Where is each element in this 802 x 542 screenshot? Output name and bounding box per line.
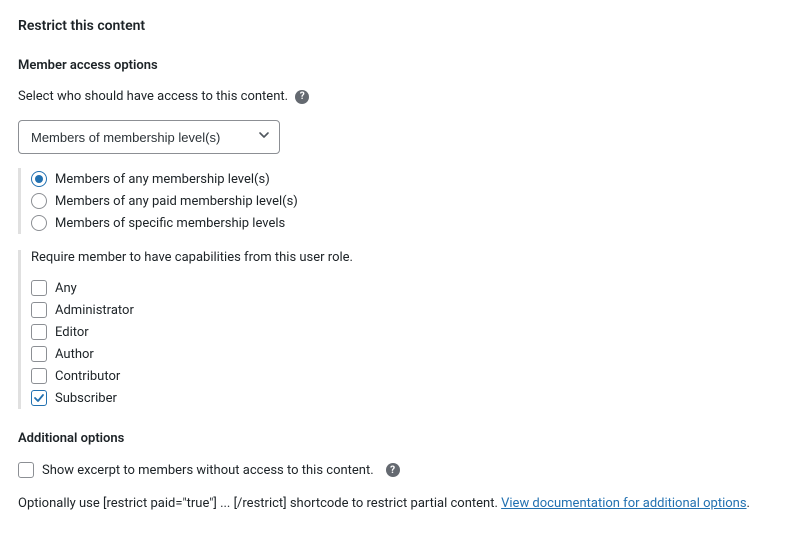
show-excerpt-label[interactable]: Show excerpt to members without access t…	[42, 463, 374, 478]
membership-radio-label[interactable]: Members of any membership level(s)	[55, 172, 270, 187]
excerpt-option-row: Show excerpt to members without access t…	[18, 462, 784, 478]
membership-radio-option: Members of any membership level(s)	[31, 168, 784, 190]
role-checkbox-option: Contributor	[31, 365, 784, 387]
help-icon[interactable]: ?	[295, 90, 309, 104]
role-checkbox[interactable]	[31, 280, 47, 296]
role-checkbox-option: Subscriber	[31, 387, 784, 409]
role-checkbox[interactable]	[31, 368, 47, 384]
role-checkbox-label[interactable]: Author	[55, 347, 94, 362]
role-checkbox-label[interactable]: Any	[55, 281, 77, 296]
member-access-desc-text: Select who should have access to this co…	[18, 89, 288, 104]
role-checkbox-option: Administrator	[31, 299, 784, 321]
role-requirement-text: Require member to have capabilities from…	[31, 250, 784, 265]
role-checkbox-label[interactable]: Subscriber	[55, 391, 117, 406]
page-title: Restrict this content	[18, 18, 784, 34]
role-checkbox-label[interactable]: Contributor	[55, 369, 120, 384]
membership-level-select[interactable]: Members of membership level(s)	[18, 120, 280, 154]
membership-level-select-wrap: Members of membership level(s)	[18, 120, 280, 154]
membership-radio-option: Members of specific membership levels	[31, 212, 784, 234]
show-excerpt-checkbox[interactable]	[18, 462, 34, 478]
help-icon[interactable]: ?	[386, 463, 400, 477]
shortcode-note-prefix: Optionally use [restrict paid="true"] ..…	[18, 496, 501, 511]
documentation-link[interactable]: View documentation for additional option…	[501, 496, 746, 511]
member-access-heading: Member access options	[18, 58, 784, 73]
role-checkbox-option: Editor	[31, 321, 784, 343]
shortcode-note: Optionally use [restrict paid="true"] ..…	[18, 496, 784, 511]
membership-radio[interactable]	[31, 215, 47, 231]
member-access-desc: Select who should have access to this co…	[18, 89, 784, 104]
role-checkbox-option: Author	[31, 343, 784, 365]
shortcode-note-suffix: .	[747, 496, 750, 511]
role-checkbox-label[interactable]: Editor	[55, 325, 89, 340]
role-checkbox-label[interactable]: Administrator	[55, 303, 134, 318]
membership-radio[interactable]	[31, 193, 47, 209]
additional-options-section: Additional options Show excerpt to membe…	[18, 431, 784, 511]
role-checkbox[interactable]	[31, 302, 47, 318]
membership-radio-label[interactable]: Members of specific membership levels	[55, 216, 285, 231]
membership-radio-option: Members of any paid membership level(s)	[31, 190, 784, 212]
membership-radio[interactable]	[31, 171, 47, 187]
membership-radio-label[interactable]: Members of any paid membership level(s)	[55, 194, 298, 209]
role-checkbox-group: Any Administrator Editor Author Contributor S…	[31, 277, 784, 409]
additional-options-heading: Additional options	[18, 431, 784, 446]
role-checkbox-option: Any	[31, 277, 784, 299]
role-checkbox[interactable]	[31, 324, 47, 340]
role-block: Require member to have capabilities from…	[18, 250, 784, 409]
role-checkbox[interactable]	[31, 346, 47, 362]
membership-radio-group: Members of any membership level(s) Member…	[18, 168, 784, 234]
role-checkbox[interactable]	[31, 390, 47, 406]
